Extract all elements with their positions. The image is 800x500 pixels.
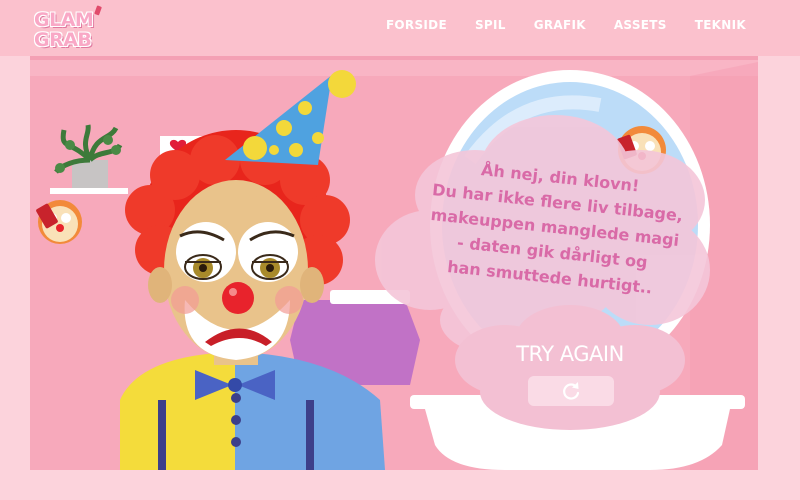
retry-button[interactable] [528,376,614,406]
top-navigation-bar: GLAM GRAB FORSIDE SPIL GRAFIK ASSETS TEK… [0,0,800,58]
page-margin-right [758,56,800,500]
logo-line-1: GLAM [34,9,94,31]
nav-assets[interactable]: ASSETS [614,18,667,32]
lipstick-icon [94,5,102,16]
page-margin-left [0,56,30,470]
logo-line-2: GRAB [34,29,92,51]
try-again-label: TRY AGAIN [516,342,624,366]
glam-grab-logo[interactable]: GLAM GRAB [34,4,114,54]
refresh-icon [563,382,580,400]
nav-teknik[interactable]: TEKNIK [695,18,746,32]
page-margin-bottom [0,470,800,500]
nav-forside[interactable]: FORSIDE [386,18,447,32]
main-nav: FORSIDE SPIL GRAFIK ASSETS TEKNIK [386,18,746,32]
nav-spil[interactable]: SPIL [475,18,506,32]
nav-grafik[interactable]: GRAFIK [534,18,586,32]
